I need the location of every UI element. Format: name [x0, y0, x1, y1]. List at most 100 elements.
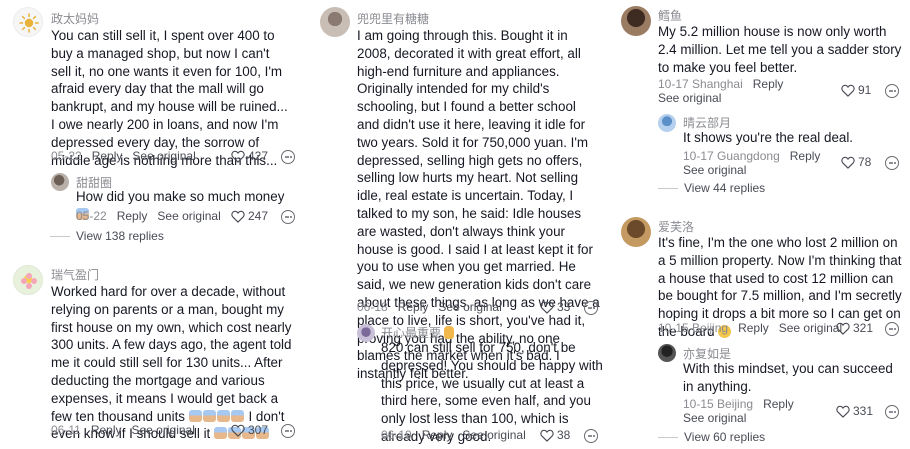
avatar[interactable]: [658, 114, 676, 132]
comment-date: 06-19: [381, 428, 412, 442]
emoji-icon: [214, 427, 228, 440]
comment-author[interactable]: 鳕鱼: [658, 7, 682, 24]
flower-avatar-icon: [21, 273, 37, 289]
see-original-button[interactable]: See original: [462, 428, 525, 442]
like-button[interactable]: 427: [231, 149, 268, 163]
avatar[interactable]: [621, 6, 651, 36]
ok-hand-emoji-icon: [444, 326, 455, 339]
comment-meta: 10-15 Beijing Reply: [683, 397, 794, 411]
like-count: 321: [853, 321, 874, 335]
like-button[interactable]: 91: [841, 83, 871, 97]
more-options-icon[interactable]: [281, 150, 295, 164]
like-count: 91: [858, 83, 872, 97]
heart-icon: [836, 322, 850, 335]
comment-meta: 05-22 Reply See original: [76, 209, 221, 223]
heart-icon: [841, 156, 855, 169]
comment-meta: 05-22 Reply See original: [51, 149, 196, 163]
comment-meta: 06-18 Reply See original: [357, 300, 502, 314]
heart-icon: [540, 301, 554, 314]
comment-date: 10-17 Guangdong: [683, 149, 780, 163]
like-button[interactable]: 78: [841, 155, 871, 169]
avatar[interactable]: [357, 324, 375, 342]
comment-author[interactable]: 爱芙洛: [658, 218, 694, 235]
comment-meta: 10-15 Beijing Reply See original: [658, 321, 842, 335]
see-original-button[interactable]: See original: [683, 411, 746, 425]
more-options-icon[interactable]: [584, 301, 598, 315]
avatar[interactable]: [320, 7, 350, 37]
like-count: 33: [557, 300, 571, 314]
comment-meta: 10-17 Shanghai Reply: [658, 77, 783, 91]
comment-author[interactable]: 政太妈妈: [51, 10, 99, 27]
comment-author[interactable]: 瑞气盈门: [51, 266, 99, 283]
view-replies-button[interactable]: View 44 replies: [658, 181, 765, 195]
more-options-icon[interactable]: [885, 84, 899, 98]
like-button[interactable]: 38: [540, 428, 570, 442]
like-button[interactable]: 307: [231, 423, 268, 437]
comment-date: 06-18: [357, 300, 388, 314]
avatar[interactable]: [51, 173, 69, 191]
comment-date: 05-22: [51, 149, 82, 163]
sun-icon: [19, 13, 39, 33]
emoji-icon: [230, 409, 244, 422]
reply-button[interactable]: Reply: [398, 300, 429, 314]
avatar[interactable]: [621, 217, 651, 247]
reply-button[interactable]: Reply: [790, 149, 821, 163]
comment-date: 05-22: [76, 209, 107, 223]
heart-icon: [231, 210, 245, 223]
comment-text: My 5.2 million house is now only worth 2…: [658, 24, 902, 75]
see-original-button[interactable]: See original: [683, 163, 746, 177]
comment-meta: 10-17 Guangdong Reply: [683, 149, 820, 163]
comment-meta: 06-11 Reply See original: [51, 423, 195, 437]
like-button[interactable]: 33: [540, 300, 570, 314]
comment-date: 06-11: [51, 423, 81, 437]
more-options-icon[interactable]: [885, 405, 899, 419]
like-button[interactable]: 321: [836, 321, 873, 335]
reply-button[interactable]: Reply: [117, 209, 148, 223]
see-original-button[interactable]: See original: [132, 149, 195, 163]
emoji-icon: [216, 409, 230, 422]
like-count: 331: [853, 404, 874, 418]
like-button[interactable]: 331: [836, 404, 873, 418]
reply-button[interactable]: Reply: [763, 397, 794, 411]
heart-icon: [231, 150, 245, 163]
avatar[interactable]: [658, 344, 676, 362]
reply-button[interactable]: Reply: [92, 149, 123, 163]
emoji-icon: [188, 409, 202, 422]
reply-text: How did you make so much money: [76, 189, 285, 204]
heart-icon: [836, 405, 850, 418]
like-count: 247: [248, 209, 269, 223]
more-options-icon[interactable]: [885, 322, 899, 336]
view-replies-button[interactable]: View 138 replies: [50, 229, 164, 243]
heart-icon: [841, 84, 855, 97]
see-original-button[interactable]: See original: [438, 300, 501, 314]
comment-date: 10-15 Beijing: [658, 321, 729, 335]
reply-button[interactable]: Reply: [422, 428, 453, 442]
see-original-button[interactable]: See original: [779, 321, 842, 335]
comment-text: With this mindset, you can succeed in an…: [683, 361, 893, 394]
see-original-button[interactable]: See original: [157, 209, 220, 223]
like-count: 38: [557, 428, 571, 442]
more-options-icon[interactable]: [281, 424, 295, 438]
comment-text: Worked hard for over a decade, without r…: [51, 283, 297, 443]
comment-meta: 06-19 Reply See original: [381, 428, 526, 442]
see-original-button[interactable]: See original: [132, 423, 195, 437]
avatar[interactable]: [13, 7, 43, 37]
more-options-icon[interactable]: [885, 156, 899, 170]
reply-button[interactable]: Reply: [91, 423, 122, 437]
comment-body: Worked hard for over a decade, without r…: [51, 284, 292, 424]
like-count: 427: [248, 149, 269, 163]
like-count: 307: [248, 423, 269, 437]
like-button[interactable]: 247: [231, 209, 268, 223]
avatar[interactable]: [13, 265, 43, 295]
like-count: 78: [858, 155, 872, 169]
reply-button[interactable]: Reply: [753, 77, 784, 91]
view-replies-button[interactable]: View 60 replies: [658, 430, 765, 444]
comment-author[interactable]: 兜兜里有糖糖: [357, 10, 429, 27]
more-options-icon[interactable]: [281, 210, 295, 224]
more-options-icon[interactable]: [584, 429, 598, 443]
reply-button[interactable]: Reply: [738, 321, 769, 335]
author-name: 开心最重要: [381, 326, 442, 340]
see-original-button[interactable]: See original: [658, 91, 721, 105]
comment-date: 10-15 Beijing: [683, 397, 754, 411]
heart-icon: [231, 424, 245, 437]
